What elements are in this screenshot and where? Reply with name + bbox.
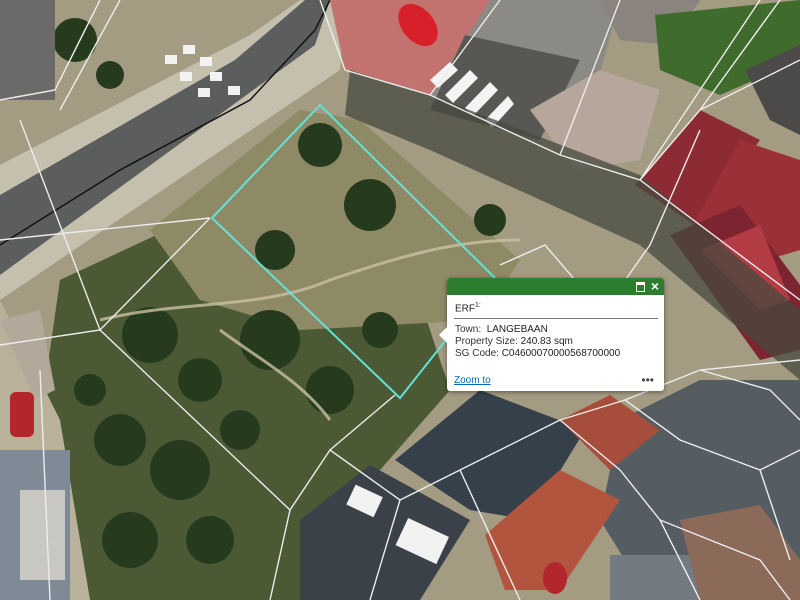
zoom-to-link[interactable]: Zoom to <box>454 375 491 386</box>
size-row: Property Size: 240.83 sqm <box>455 336 664 348</box>
maximize-icon[interactable] <box>633 278 647 295</box>
sg-row: SG Code: C04600070000568700000 <box>455 348 664 360</box>
close-icon[interactable]: × <box>648 278 662 295</box>
town-row: Town: LANGEBAAN <box>455 324 664 336</box>
popup-fields: Town: LANGEBAAN Property Size: 240.83 sq… <box>447 324 664 360</box>
aerial-map[interactable] <box>0 0 800 600</box>
parked-car-left <box>10 392 34 437</box>
popup-divider <box>454 318 658 319</box>
popup-title-suffix: 1: <box>475 302 481 309</box>
building-left-top <box>0 0 55 100</box>
sg-value: C04600070000568700000 <box>501 348 621 359</box>
building-left-roof-light <box>20 490 65 580</box>
sg-label: SG Code: <box>455 348 499 359</box>
size-value: 240.83 sqm <box>520 336 573 347</box>
popup-title: ERF1: <box>447 295 664 316</box>
town-value: LANGEBAAN <box>486 324 548 335</box>
popup-footer: Zoom to ••• <box>454 373 656 387</box>
popup-header: × <box>447 278 664 295</box>
parked-car-bottom <box>543 562 567 594</box>
popup-pointer <box>439 327 447 343</box>
town-label: Town: <box>455 324 482 335</box>
parcel-info-popup: × ERF1: Town: LANGEBAAN Property Size: 2… <box>439 278 664 391</box>
popup-title-text: ERF <box>455 303 475 315</box>
size-label: Property Size: <box>455 336 518 347</box>
more-horizontal-icon[interactable]: ••• <box>641 373 654 387</box>
